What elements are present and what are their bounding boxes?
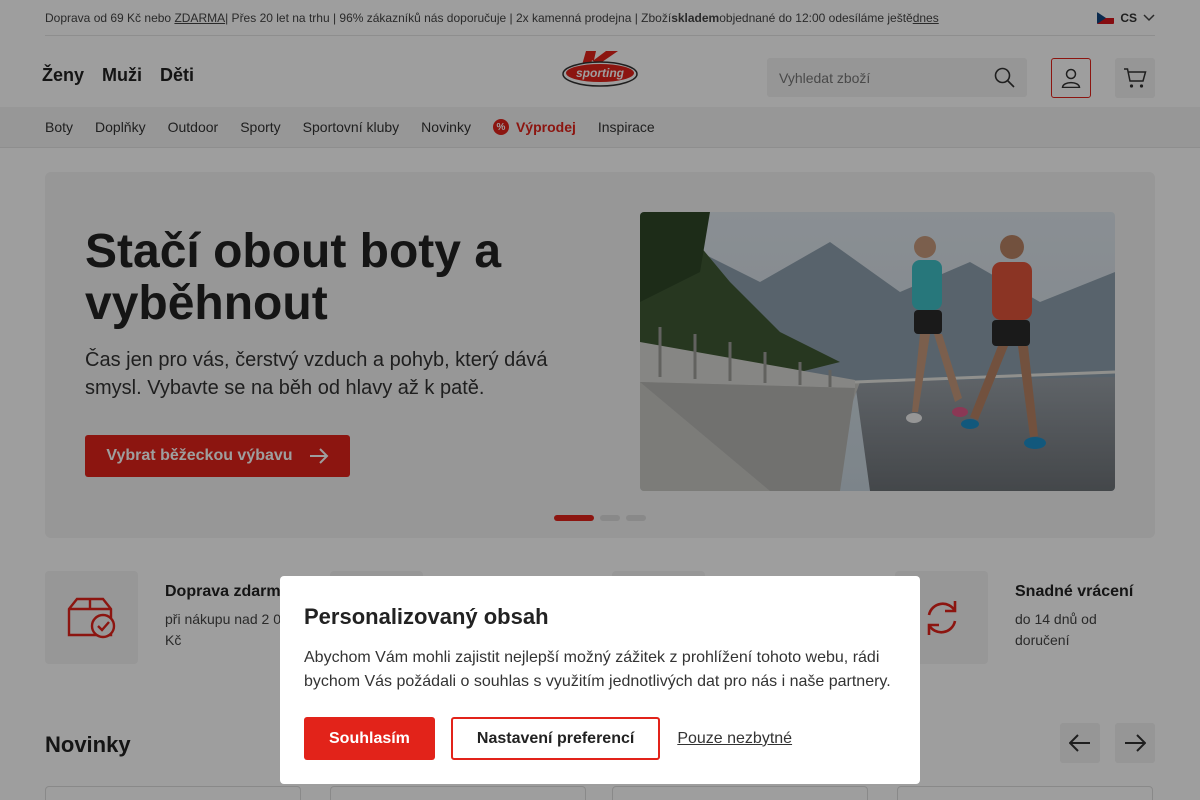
modal-title: Personalizovaný obsah (304, 604, 549, 629)
modal-body: Abychom Vám mohli zajistit nejlepší možn… (304, 649, 891, 690)
preferences-button[interactable]: Nastavení preferencí (450, 717, 661, 760)
accept-button[interactable]: Souhlasím (304, 717, 435, 760)
modal-actions: Souhlasím Nastavení preferencí Pouze nez… (304, 717, 792, 760)
necessary-only-link[interactable]: Pouze nezbytné (677, 730, 792, 748)
consent-modal: Personalizovaný obsah Abychom Vám mohli … (280, 576, 920, 784)
